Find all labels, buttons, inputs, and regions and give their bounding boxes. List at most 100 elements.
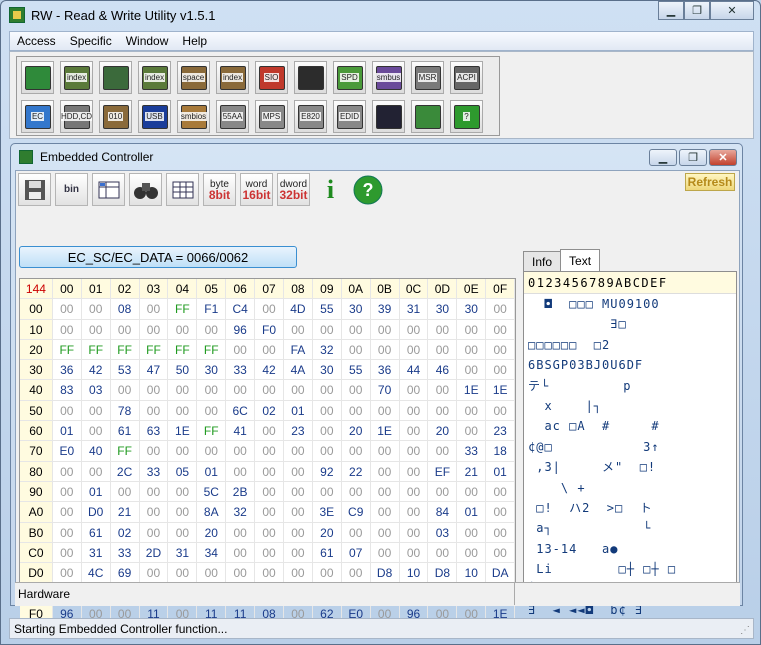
grid-cell[interactable]: 30 [197,360,227,381]
toolbar-e820-button[interactable]: E820 [294,100,327,133]
toolbar-cmos-button[interactable]: 010 [99,100,132,133]
grid-cell[interactable]: 00 [197,441,227,462]
help-button[interactable]: ? [351,173,384,206]
grid-cell[interactable]: 00 [81,400,111,422]
grid-cell[interactable]: 00 [428,400,458,422]
toolbar-edid-button[interactable]: EDID [333,100,366,133]
grid-cell[interactable]: 07 [341,542,371,564]
grid-cell[interactable]: 61 [312,542,342,564]
word-mode-button[interactable]: word 16bit [240,173,273,206]
grid-cell[interactable]: 00 [312,380,342,401]
grid-cell[interactable]: 00 [457,421,487,442]
grid-cell[interactable]: 00 [255,563,284,584]
grid-cell[interactable]: 03 [81,380,111,401]
grid-cell[interactable]: 30 [428,299,458,320]
grid-cell[interactable]: 00 [52,299,82,320]
grid-cell[interactable]: D8 [428,563,458,584]
grid-cell[interactable]: 42 [81,360,111,381]
grid-cell[interactable]: FF [110,441,140,462]
grid-cell[interactable]: 00 [486,299,516,320]
save-button[interactable] [18,173,51,206]
grid-cell[interactable]: FA [283,339,313,361]
grid-cell[interactable]: 00 [110,380,140,401]
grid-cell[interactable]: 01 [81,481,111,503]
grid-cell[interactable]: 00 [168,481,198,503]
grid-cell[interactable]: 55 [341,360,371,381]
grid-cell[interactable]: 01 [457,502,487,523]
grid-cell[interactable]: 00 [139,319,169,340]
grid-cell[interactable]: 00 [255,481,284,503]
grid-cell[interactable]: 00 [399,542,429,564]
grid-cell[interactable]: 21 [110,502,140,523]
grid-cell[interactable]: 69 [110,563,140,584]
grid-cell[interactable]: 40 [81,441,111,462]
toolbar-io-index-button[interactable]: index [216,61,249,94]
grid-cell[interactable]: 4C [81,563,111,584]
grid-cell[interactable]: 00 [197,319,227,340]
toolbar-scope-button[interactable] [294,61,327,94]
grid-cell[interactable]: 1E [457,380,487,401]
grid-cell[interactable]: 00 [457,400,487,422]
grid-cell[interactable]: 00 [399,461,429,482]
title-bar[interactable]: RW - Read & Write Utility v1.5.1 ▁ ❐ ✕ [1,1,760,29]
grid-cell[interactable]: 00 [341,563,371,584]
toolbar-msr-button[interactable]: MSR [411,61,444,94]
grid-cell[interactable]: FF [197,421,227,442]
grid-cell[interactable]: 61 [110,421,140,442]
grid-cell[interactable]: 00 [457,319,487,340]
grid-cell[interactable]: 84 [428,502,458,523]
grid-cell[interactable]: 00 [486,542,516,564]
grid-cell[interactable]: 30 [457,299,487,320]
grid-cell[interactable]: FF [168,339,198,361]
menu-access[interactable]: Access [10,34,63,48]
grid-cell[interactable]: 30 [312,360,342,381]
grid-cell[interactable]: 00 [370,542,400,564]
grid-cell[interactable]: 31 [168,542,198,564]
grid-cell[interactable]: 00 [283,461,313,482]
grid-cell[interactable]: 00 [255,461,284,482]
grid-cell[interactable]: F1 [197,299,227,320]
grid-cell[interactable]: 00 [197,380,227,401]
grid-cell[interactable]: 00 [428,441,458,462]
grid-cell[interactable]: 4D [283,299,313,320]
grid-cell[interactable]: 00 [399,441,429,462]
grid-cell[interactable]: 02 [255,400,284,422]
toolbar-hdd-cd-button[interactable]: HDD,CD [60,100,93,133]
grid-cell[interactable]: 83 [52,380,82,401]
grid-cell[interactable]: 00 [226,542,256,564]
grid-cell[interactable]: 00 [226,339,256,361]
toolbar-rom-55aa-button[interactable]: 55AA [216,100,249,133]
grid-cell[interactable]: 61 [81,522,111,543]
grid-cell[interactable]: 50 [168,360,198,381]
toolbar-smbus-button[interactable]: smbus [372,61,405,94]
grid-cell[interactable]: 03 [428,522,458,543]
grid-cell[interactable]: 10 [399,563,429,584]
grid-cell[interactable]: 00 [168,380,198,401]
grid-cell[interactable]: 00 [457,522,487,543]
grid-cell[interactable]: 00 [81,461,111,482]
grid-cell[interactable]: 00 [255,542,284,564]
grid-cell[interactable]: 00 [255,502,284,523]
save-binary-button[interactable]: bin [55,173,88,206]
grid-cell[interactable]: 00 [341,380,371,401]
grid-cell[interactable]: 1E [370,421,400,442]
hex-grid[interactable]: 144 00 01 02 03 04 05 06 07 08 09 0A 0B 0C 0D 0E 0F 00 00 0… [19,278,516,625]
grid-cell[interactable]: 00 [399,421,429,442]
grid-cell[interactable]: 00 [168,400,198,422]
grid-cell[interactable]: 00 [168,319,198,340]
grid-cell[interactable]: 47 [139,360,169,381]
grid-cell[interactable]: 10 [457,563,487,584]
grid-cell[interactable]: FF [139,339,169,361]
grid-cell[interactable]: 00 [341,481,371,503]
toolbar-memory-button[interactable] [99,61,132,94]
close-button[interactable]: ✕ [710,1,754,20]
grid-cell[interactable]: 00 [139,481,169,503]
grid-cell[interactable]: 05 [168,461,198,482]
grid-cell[interactable]: 00 [370,319,400,340]
grid-cell[interactable]: 00 [457,339,487,361]
grid-cell[interactable]: 00 [370,461,400,482]
grid-cell[interactable]: 5C [197,481,227,503]
ec-address-button[interactable]: EC_SC/EC_DATA = 0066/0062 [19,246,297,268]
grid-cell[interactable]: 02 [110,522,140,543]
grid-cell[interactable]: 23 [283,421,313,442]
